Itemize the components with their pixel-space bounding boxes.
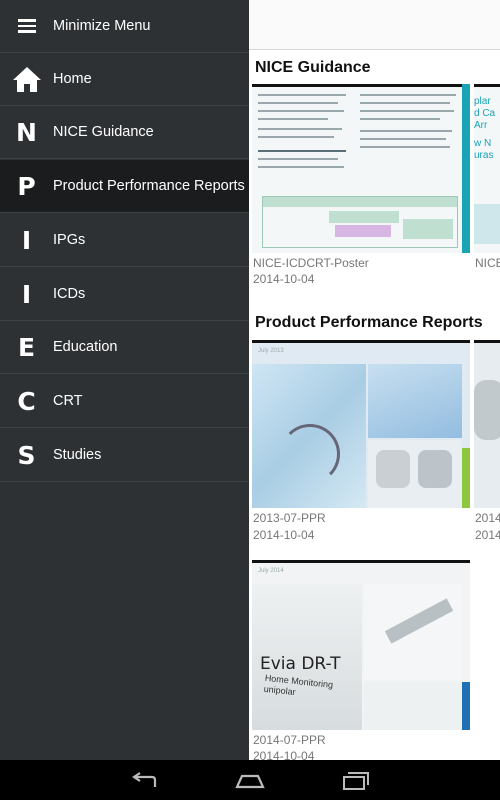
card-title: NICE-ICDCRT-Poster: [253, 256, 369, 270]
card-date: 2014-10-04: [253, 749, 315, 760]
card-title: 2013-07-PPR: [253, 511, 326, 525]
thumb-badge: July 2014: [258, 568, 284, 574]
drawer-item-education[interactable]: E Education: [0, 321, 249, 374]
drawer-item-product-performance-reports[interactable]: P Product Performance Reports: [0, 160, 249, 213]
drawer-item-label: CRT: [53, 393, 83, 409]
drawer-item-label: Product Performance Reports: [53, 178, 245, 194]
partial-text: plar: [474, 96, 491, 107]
drawer-item-letter: P: [17, 171, 36, 201]
card-date: 2014-10-04: [253, 528, 315, 542]
section-title-nice: NICE Guidance: [255, 59, 371, 76]
partial-text: w N: [474, 138, 492, 149]
ppr-2014-thumbnail-partial[interactable]: [474, 340, 500, 508]
nice-poster-thumbnail[interactable]: [252, 84, 470, 253]
system-navigation-bar: [0, 760, 500, 800]
drawer-item-label: NICE Guidance: [53, 124, 154, 140]
ppr-2013-thumbnail[interactable]: July 2013: [252, 340, 470, 508]
thumb-subtitle: Home Monitoring unipolar: [263, 672, 334, 698]
section-title-ppr: Product Performance Reports: [255, 314, 483, 331]
card-title: 2014: [475, 511, 500, 525]
card-title: NICE: [475, 256, 500, 270]
drawer-item-label: ICDs: [53, 286, 86, 302]
card-date: 2014-10-04: [253, 272, 315, 286]
drawer-item-crt[interactable]: C CRT: [0, 375, 249, 428]
ppr-2014-07-thumbnail[interactable]: July 2014 Evia DR-T Home Monitoring unip…: [252, 560, 470, 730]
drawer-item-letter: C: [17, 386, 36, 416]
card-title: 2014-07-PPR: [253, 733, 326, 747]
drawer-item-ipgs[interactable]: I IPGs: [0, 214, 249, 267]
thumb-badge: July 2013: [258, 348, 284, 354]
recent-apps-icon[interactable]: [336, 768, 376, 794]
drawer-item-icds[interactable]: I ICDs: [0, 268, 249, 321]
partial-text: uras: [474, 150, 494, 161]
partial-text: Arr: [474, 120, 488, 131]
drawer-item-home[interactable]: Home: [0, 53, 249, 106]
drawer-item-nice-guidance[interactable]: N NICE Guidance: [0, 106, 249, 159]
minimize-menu-label: Minimize Menu: [53, 18, 151, 34]
card-date: 2014: [475, 528, 500, 542]
drawer-item-letter: I: [21, 279, 32, 309]
drawer-item-letter: I: [21, 225, 32, 255]
drawer-item-label: Home: [53, 71, 92, 87]
drawer-item-letter: S: [17, 440, 36, 470]
action-bar: [249, 0, 500, 50]
drawer-item-label: IPGs: [53, 232, 86, 248]
thumb-product: Evia DR-T: [260, 654, 341, 674]
nice-thumbnail-partial[interactable]: plar d Ca Arr w N uras: [474, 84, 500, 253]
content-pane: NICE Guidance NICE-ICDCRT-Poster 2014-10…: [249, 0, 500, 760]
minimize-menu-button[interactable]: Minimize Menu: [0, 0, 249, 53]
drawer-item-label: Education: [53, 339, 118, 355]
drawer-item-letter: N: [16, 117, 37, 147]
navigation-drawer: Minimize Menu Home N NICE Guidance P Pro…: [0, 0, 249, 760]
drawer-item-letter: E: [17, 332, 36, 362]
hamburger-icon: [0, 19, 53, 33]
partial-text: d Ca: [474, 108, 496, 119]
drawer-item-studies[interactable]: S Studies: [0, 429, 249, 482]
back-icon[interactable]: [124, 768, 164, 794]
drawer-item-label: Studies: [53, 447, 102, 463]
home-icon: [0, 65, 53, 93]
home-icon[interactable]: [230, 768, 270, 794]
